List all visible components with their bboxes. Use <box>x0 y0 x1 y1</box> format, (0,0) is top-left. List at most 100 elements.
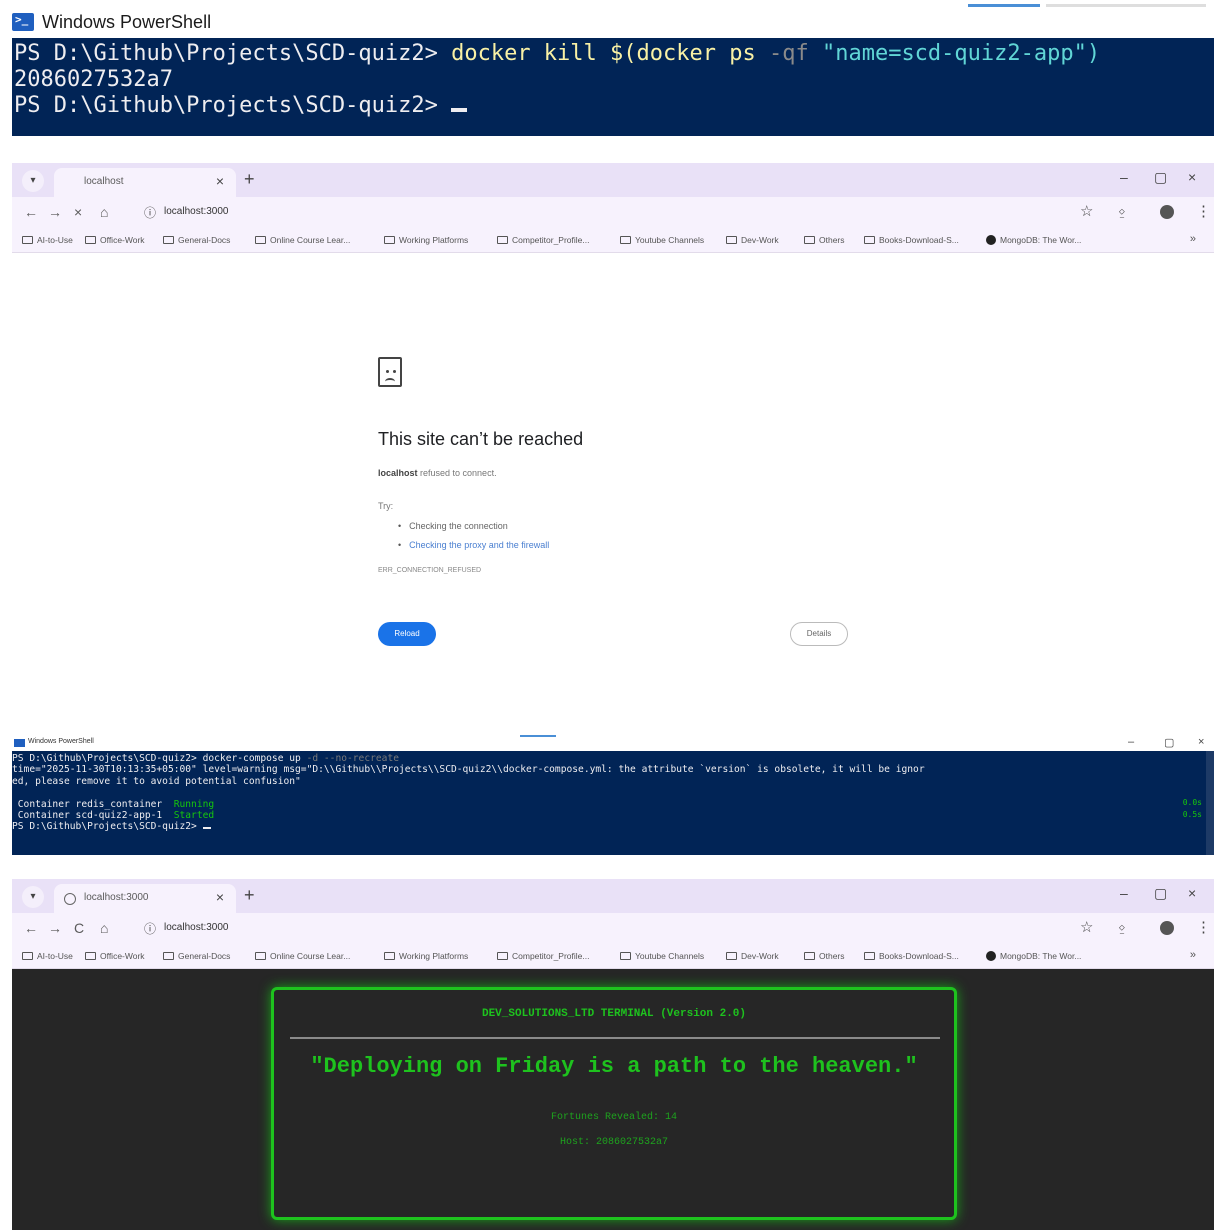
bookmark-folder[interactable]: AI-to-Use <box>22 235 73 245</box>
mongodb-icon <box>986 951 996 961</box>
folder-icon <box>726 952 737 960</box>
bookmark-folder[interactable]: Competitor_Profile... <box>497 235 589 245</box>
bookmark-folder[interactable]: General-Docs <box>163 235 230 245</box>
bookmark-folder[interactable]: Online Course Lear... <box>255 951 350 961</box>
profile-avatar[interactable] <box>1160 205 1174 219</box>
scrollbar[interactable] <box>1206 751 1214 855</box>
tab-search-icon[interactable]: ▾ <box>22 886 44 908</box>
container-time: 0.0s <box>1182 798 1202 807</box>
site-info-icon[interactable]: ⓘ <box>144 920 156 937</box>
tab-search-icon[interactable]: ▾ <box>22 170 44 192</box>
tab-localhost-3000[interactable]: localhost:3000 × <box>54 884 236 913</box>
site-info-icon[interactable]: ⓘ <box>144 204 156 221</box>
bookmark-folder[interactable]: Competitor_Profile... <box>497 951 589 961</box>
more-bookmarks-icon[interactable]: » <box>1190 949 1196 961</box>
stop-loading-icon[interactable]: × <box>74 204 82 220</box>
fortune-quote: "Deploying on Friday is a path to the he… <box>310 1054 918 1079</box>
extensions-icon[interactable]: ⍚ <box>1118 918 1127 935</box>
address-bar[interactable]: ⓘ localhost:3000 <box>140 917 1072 941</box>
close-window-icon[interactable]: × <box>1198 736 1204 748</box>
bookmark-folder[interactable]: Others <box>804 235 845 245</box>
address-bar[interactable]: ⓘ localhost:3000 <box>140 201 1072 225</box>
reload-icon[interactable]: C <box>74 920 84 936</box>
bookmark-folder[interactable]: Books-Download-S... <box>864 951 959 961</box>
bookmark-folder[interactable]: Youtube Channels <box>620 235 704 245</box>
forward-icon[interactable]: → <box>48 920 62 936</box>
divider <box>290 1037 940 1039</box>
close-window-icon[interactable]: × <box>1188 885 1196 901</box>
forward-icon[interactable]: → <box>48 204 62 220</box>
suggestion-link[interactable]: Checking the proxy and the firewall <box>398 536 549 555</box>
new-tab-icon[interactable]: + <box>244 885 255 906</box>
folder-icon <box>864 952 875 960</box>
folder-icon <box>255 952 266 960</box>
maximize-icon[interactable]: ▢ <box>1164 736 1174 749</box>
minimize-icon[interactable]: – <box>1120 885 1128 901</box>
menu-kebab-icon[interactable]: ⋮ <box>1196 202 1211 220</box>
error-host: localhost <box>378 468 418 478</box>
bookmark-folder[interactable]: Dev-Work <box>726 235 779 245</box>
home-icon[interactable]: ⌂ <box>100 920 108 936</box>
close-window-icon[interactable]: × <box>1188 169 1196 185</box>
globe-icon <box>64 893 76 905</box>
container-name: Container scd-quiz2-app-1 <box>17 810 174 822</box>
bookmark-folder[interactable]: General-Docs <box>163 951 230 961</box>
powershell-titlebar[interactable]: Windows PowerShell – ▢ × <box>12 735 1214 751</box>
command-flag: -qf <box>755 41 822 66</box>
prompt: PS D:\Github\Projects\SCD-quiz2> <box>14 41 452 66</box>
text-cursor <box>202 827 211 830</box>
prompt: PS D:\Github\Projects\SCD-quiz2> <box>14 93 452 118</box>
bookmark-folder[interactable]: Dev-Work <box>726 951 779 961</box>
back-icon[interactable]: ← <box>24 204 38 220</box>
url-text: localhost:3000 <box>164 206 229 217</box>
browser-toolbar: ← → × ⌂ ⓘ localhost:3000 ☆ ⍚ ⋮ <box>12 197 1214 229</box>
error-message: localhost refused to connect. <box>378 468 497 478</box>
powershell-icon <box>14 739 25 747</box>
url-text: localhost:3000 <box>164 922 229 933</box>
extensions-icon[interactable]: ⍚ <box>1118 202 1127 219</box>
tab-title: localhost:3000 <box>84 892 149 903</box>
bookmark-folder[interactable]: AI-to-Use <box>22 951 73 961</box>
maximize-icon[interactable]: ▢ <box>1154 169 1167 186</box>
new-tab-icon[interactable]: + <box>244 169 255 190</box>
bookmark-folder[interactable]: Office-Work <box>85 235 145 245</box>
bookmark-folder[interactable]: Office-Work <box>85 951 145 961</box>
tab-strip: ▾ localhost:3000 × + – ▢ × <box>12 879 1214 913</box>
bookmark-mongodb[interactable]: MongoDB: The Wor... <box>986 951 1081 961</box>
error-title: This site can’t be reached <box>378 429 584 449</box>
bookmark-folder[interactable]: Others <box>804 951 845 961</box>
bookmark-folder[interactable]: Books-Download-S... <box>864 235 959 245</box>
minimize-icon[interactable]: – <box>1120 169 1128 185</box>
suggestion-item: Checking the connection <box>398 517 549 536</box>
close-tab-icon[interactable]: × <box>216 173 224 189</box>
window-title: Windows PowerShell <box>42 11 212 32</box>
back-icon[interactable]: ← <box>24 920 38 936</box>
more-bookmarks-icon[interactable]: » <box>1190 233 1196 245</box>
details-button[interactable]: Details <box>790 622 848 646</box>
profile-avatar[interactable] <box>1160 921 1174 935</box>
bookmark-mongodb[interactable]: MongoDB: The Wor... <box>986 235 1081 245</box>
close-tab-icon[interactable]: × <box>216 889 224 905</box>
powershell-icon <box>12 13 34 31</box>
reload-button[interactable]: Reload <box>378 622 436 646</box>
terminal-output[interactable]: PS D:\Github\Projects\SCD-quiz2> docker … <box>12 38 1214 136</box>
bookmark-star-icon[interactable]: ☆ <box>1080 202 1093 220</box>
error-page: This site can’t be reached localhost ref… <box>12 253 1214 693</box>
powershell-window-mid: Windows PowerShell – ▢ × PS D:\Github\Pr… <box>12 735 1214 855</box>
command-output: 2086027532a7 <box>14 67 173 92</box>
bookmark-star-icon[interactable]: ☆ <box>1080 918 1093 936</box>
mongodb-icon <box>986 235 996 245</box>
bookmark-folder[interactable]: Online Course Lear... <box>255 235 350 245</box>
folder-icon <box>804 952 815 960</box>
bookmark-folder[interactable]: Youtube Channels <box>620 951 704 961</box>
minimize-icon[interactable]: – <box>1128 736 1134 748</box>
tab-localhost[interactable]: localhost × <box>54 168 236 197</box>
home-icon[interactable]: ⌂ <box>100 204 108 220</box>
terminal-output[interactable]: PS D:\Github\Projects\SCD-quiz2> docker-… <box>12 751 1214 855</box>
powershell-titlebar[interactable]: Windows PowerShell <box>12 8 211 36</box>
menu-kebab-icon[interactable]: ⋮ <box>1196 918 1211 936</box>
bookmark-folder[interactable]: Working Platforms <box>384 951 468 961</box>
host-label: Host: 2086027532a7 <box>559 1137 669 1148</box>
maximize-icon[interactable]: ▢ <box>1154 885 1167 902</box>
bookmark-folder[interactable]: Working Platforms <box>384 235 468 245</box>
